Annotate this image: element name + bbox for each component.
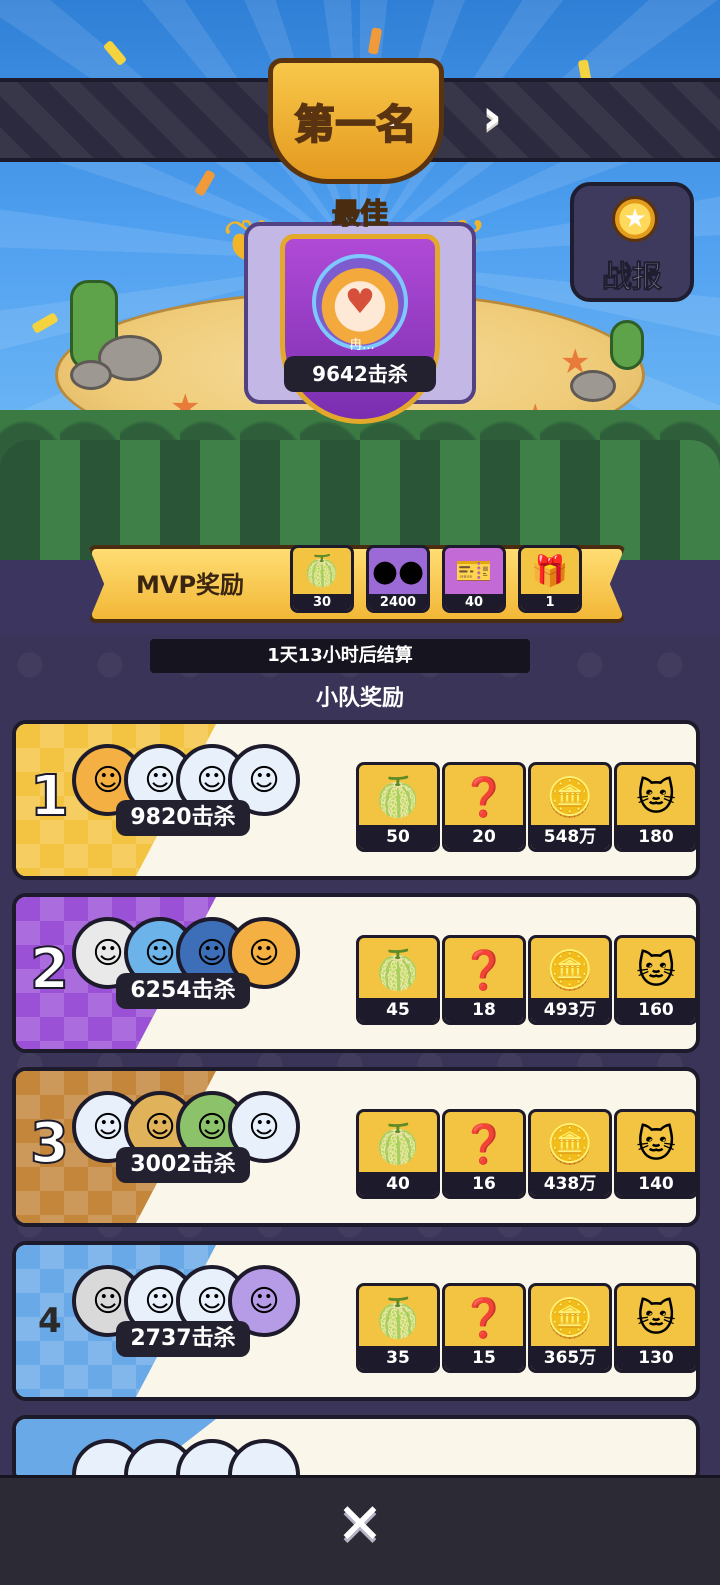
mvp-card[interactable]: ❦ ❦ 最佳 ♥ 冉... 9642击杀 (222, 192, 492, 432)
team-kill-count: 2737击杀 (116, 1321, 250, 1357)
reward-item[interactable]: ❓ 16 (442, 1109, 526, 1199)
rank-title: 第一名 (294, 100, 418, 149)
team-kill-count: 3002击杀 (116, 1147, 250, 1183)
durian-fruit-icon: 🍈 (303, 553, 341, 589)
reward-count: 180 (617, 825, 695, 849)
team-row[interactable]: 4 ☺ ☺ ☺ ☺ 2737击杀 🍈 35 ❓ 15 🪙 365万 🐱 130 (12, 1241, 700, 1401)
reward-count: 1 (521, 594, 579, 610)
settlement-timer: 1天13小时后结算 (150, 639, 530, 673)
mvp-reward-label: MVP奖励 (136, 571, 245, 599)
reward-count: 30 (293, 594, 351, 610)
durian-fruit-icon: 🍈 (374, 1295, 422, 1340)
reward-item[interactable]: 🍈 35 (356, 1283, 440, 1373)
reward-item[interactable]: ❓ 18 (442, 935, 526, 1025)
reward-item[interactable]: 🍈 50 (356, 762, 440, 852)
reward-item[interactable]: 🪙 493万 (528, 935, 612, 1025)
mvp-reward-item[interactable]: 🎫 40 (442, 545, 506, 613)
battle-report-label: 战报 (602, 260, 663, 296)
rank-badge: 第一名 (268, 58, 444, 184)
reward-count: 40 (445, 594, 503, 610)
gold-coins-icon: 🪙 (546, 947, 594, 992)
reward-item[interactable]: 🪙 438万 (528, 1109, 612, 1199)
reward-count: 2400 (369, 594, 427, 610)
durian-fruit-icon: 🍈 (374, 947, 422, 992)
grass-front (0, 440, 720, 560)
next-arrow-icon[interactable]: › (472, 92, 512, 142)
gold-ticket-icon: 🎫 (455, 553, 493, 589)
team-kill-count: 6254击杀 (116, 973, 250, 1009)
rock (70, 360, 112, 390)
reward-count: 160 (617, 998, 695, 1022)
reward-count: 50 (359, 825, 437, 849)
reward-count: 40 (359, 1172, 437, 1196)
reward-count: 15 (445, 1346, 523, 1370)
team-rewards-title: 小队奖励 (315, 686, 404, 711)
mvp-player-name: 冉... (349, 338, 375, 353)
cat-capsule-icon: 🐱 (636, 775, 676, 819)
team-row[interactable]: 2 ☺ ☺ ☺ ☺ 6254击杀 🍈 45 ❓ 18 🪙 493万 🐱 160 (12, 893, 700, 1053)
starfish-icon: ★ (560, 342, 591, 382)
battle-report-button[interactable]: ★ 战报 (570, 182, 694, 302)
gold-coins-icon: 🪙 (546, 774, 594, 819)
reward-count: 438万 (531, 1172, 609, 1196)
durian-fruit-icon: 🍈 (374, 1121, 422, 1166)
mystery-box-icon: ❓ (460, 947, 508, 992)
mvp-reward-item[interactable]: ●● 2400 (366, 545, 430, 613)
medal-icon: ★ (612, 196, 658, 242)
mystery-box-icon: ❓ (460, 1295, 508, 1340)
reward-item[interactable]: 🐱 160 (614, 935, 696, 1025)
reward-item[interactable]: 🐱 180 (614, 762, 696, 852)
reward-count: 140 (617, 1172, 695, 1196)
cat-capsule-icon: 🐱 (636, 1296, 676, 1340)
reward-item[interactable]: ❓ 15 (442, 1283, 526, 1373)
gold-coins-icon: 🪙 (546, 1295, 594, 1340)
reward-count: 35 (359, 1346, 437, 1370)
team-row[interactable]: 1 ☺ ☺ ☺ ☺ 9820击杀 🍈 50 ❓ 20 🪙 548万 🐱 180 (12, 720, 700, 880)
team-kill-count: 9820击杀 (116, 800, 250, 836)
mystery-box-icon: ❓ (460, 774, 508, 819)
cat-capsule-icon: 🐱 (636, 948, 676, 992)
reward-count: 548万 (531, 825, 609, 849)
reward-item[interactable]: 🪙 365万 (528, 1283, 612, 1373)
mvp-reward-item[interactable]: 🍈 30 (290, 545, 354, 613)
reward-count: 493万 (531, 998, 609, 1022)
reward-item[interactable]: 🐱 140 (614, 1109, 696, 1199)
close-icon[interactable]: ✕ (330, 1495, 390, 1555)
mvp-reward-item[interactable]: 🎁 1 (518, 545, 582, 613)
reward-count: 45 (359, 998, 437, 1022)
cactus-right (610, 320, 644, 370)
reward-count: 16 (445, 1172, 523, 1196)
reward-item[interactable]: 🪙 548万 (528, 762, 612, 852)
best-label: 最佳 (331, 196, 389, 231)
mvp-kill-count: 9642击杀 (284, 356, 436, 392)
team-row[interactable]: 3 ☺ ☺ ☺ ☺ 3002击杀 🍈 40 ❓ 16 🪙 438万 🐱 140 (12, 1067, 700, 1227)
reward-count: 130 (617, 1346, 695, 1370)
durian-fruit-icon: 🍈 (374, 774, 422, 819)
reward-item[interactable]: 🍈 40 (356, 1109, 440, 1199)
cat-capsule-icon: 🐱 (636, 1122, 676, 1166)
gold-coins-icon: 🪙 (546, 1121, 594, 1166)
reward-item[interactable]: ❓ 20 (442, 762, 526, 852)
gift-box-icon: 🎁 (531, 553, 569, 589)
reward-count: 18 (445, 998, 523, 1022)
reward-count: 20 (445, 825, 523, 849)
reward-count: 365万 (531, 1346, 609, 1370)
purple-orbs-icon: ●● (371, 553, 425, 589)
mystery-box-icon: ❓ (460, 1121, 508, 1166)
reward-item[interactable]: 🐱 130 (614, 1283, 696, 1373)
reward-item[interactable]: 🍈 45 (356, 935, 440, 1025)
